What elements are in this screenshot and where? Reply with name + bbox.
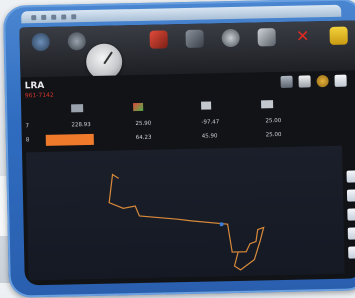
row-value-4: 25.00 <box>265 118 282 125</box>
toolbar-item-satellite[interactable] <box>62 32 92 54</box>
status-icon-3 <box>51 14 57 20</box>
side-toolbar <box>346 170 355 259</box>
row-value-3: 45.90 <box>201 133 218 140</box>
toolbar-item-gauge-slot[interactable] <box>98 31 138 32</box>
cancel-x-icon: ✕ <box>295 26 310 46</box>
speed-icon <box>261 100 274 109</box>
toolpath-view[interactable] <box>26 145 345 281</box>
warning-icon[interactable] <box>298 75 311 88</box>
toolpath-canvas <box>108 173 265 271</box>
toolbar-item-cancel[interactable]: ✕ <box>288 26 318 49</box>
fit-view-icon[interactable] <box>347 208 355 221</box>
row-value-1: 228.93 <box>71 121 91 129</box>
toolbar-item-tool[interactable] <box>216 28 246 51</box>
robot-arm-icon <box>149 30 168 49</box>
folder-icon <box>329 26 348 45</box>
axis-icon <box>71 104 84 113</box>
gear-icon[interactable] <box>316 74 329 88</box>
status-icon-2 <box>41 14 47 20</box>
path-marker <box>219 222 224 227</box>
column-header-rotation <box>201 101 212 110</box>
layers-icon[interactable] <box>347 227 355 240</box>
toolbar-item-robot-arm[interactable] <box>144 30 174 52</box>
main-toolbar: ✕ <box>19 20 355 78</box>
table-row-selected[interactable]: 8 64.23 45.90 25.00 <box>26 129 326 146</box>
row-index: 8 <box>25 137 30 144</box>
status-icon-1 <box>31 14 37 20</box>
program-id: 961-7142 <box>24 91 54 100</box>
toolpath-line <box>108 173 265 271</box>
program-title: LRA <box>24 80 45 92</box>
network-icon[interactable] <box>280 75 293 89</box>
app-screen: ✕ LRA 961-7142 7 228.93 25.90 -97.47 25.… <box>19 20 355 286</box>
column-header-axis <box>71 104 84 113</box>
rotation-icon <box>201 101 212 110</box>
row-value-2: 64.23 <box>135 134 152 142</box>
status-icon-4 <box>61 13 67 20</box>
system-status-bar <box>21 4 342 24</box>
toolbar-item-wrench[interactable] <box>252 28 282 50</box>
column-header-speed <box>261 100 274 109</box>
toolbar-item-path[interactable] <box>180 29 210 51</box>
camera-icon[interactable] <box>348 246 355 259</box>
status-icon-5 <box>71 13 77 19</box>
zoom-out-icon[interactable] <box>346 189 355 202</box>
globe-icon <box>31 32 50 52</box>
header-actions <box>280 74 347 89</box>
tool-icon <box>221 28 240 48</box>
satellite-icon <box>67 32 86 51</box>
row-value-2: 25.90 <box>135 120 152 128</box>
row-index: 7 <box>25 123 30 130</box>
document-icon[interactable] <box>334 74 347 87</box>
device-frame: ✕ LRA 961-7142 7 228.93 25.90 -97.47 25.… <box>2 0 355 298</box>
toolbar-item-folder[interactable] <box>323 26 353 48</box>
zoom-in-icon[interactable] <box>346 170 355 183</box>
row-value-3: -97.47 <box>201 119 220 126</box>
toolbar-item-globe[interactable] <box>26 32 56 55</box>
path-icon <box>185 29 204 48</box>
wrench-icon <box>257 28 276 47</box>
column-header-arm <box>133 102 144 112</box>
arm-icon <box>133 102 144 112</box>
row-value-4: 25.00 <box>265 131 282 139</box>
selected-cell-highlight[interactable] <box>45 133 94 146</box>
